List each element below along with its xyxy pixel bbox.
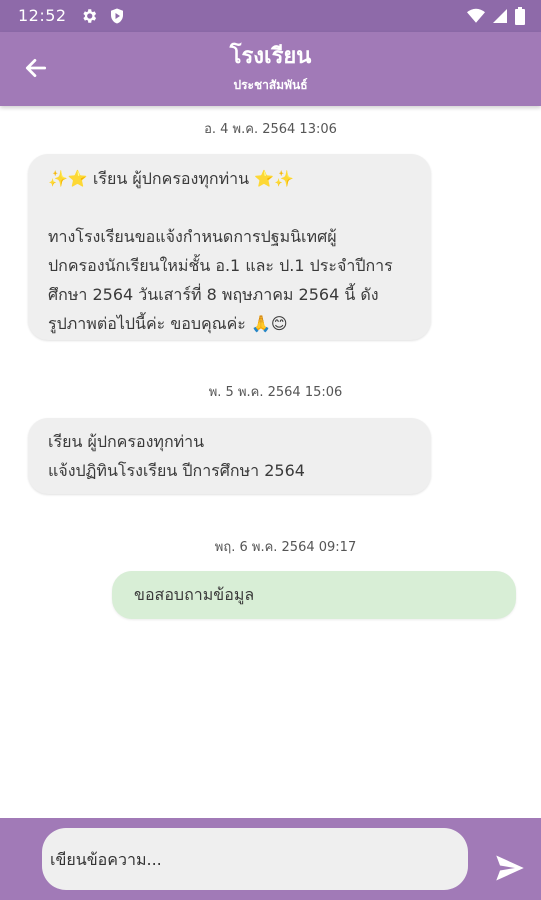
message-text-line: ✨⭐ เรียน ผู้ปกครองทุกท่าน ⭐✨ bbox=[48, 169, 294, 188]
message-timestamp: พฤ. 6 พ.ค. 2564 09:17 bbox=[214, 540, 357, 555]
page-title: โรงเรียน bbox=[229, 44, 312, 69]
send-button[interactable] bbox=[490, 852, 530, 888]
status-bar: 12:52 bbox=[0, 0, 541, 32]
message-text-line: ทางโรงเรียนขอแจ้งกำหนดการปฐมนิเทศผู้ bbox=[48, 227, 337, 246]
status-right-icons bbox=[467, 7, 525, 29]
wifi-icon bbox=[467, 8, 485, 28]
message-text-line: ศึกษา 2564 วันเสาร์ที่ 8 พฤษภาคม 2564 นี… bbox=[48, 285, 379, 304]
message-text-line: รูปภาพต่อไปนี้ค่ะ ขอบคุณค่ะ 🙏😊 bbox=[48, 314, 288, 333]
status-time: 12:52 bbox=[18, 6, 67, 25]
chat-area[interactable]: อ. 4 พ.ค. 2564 13:06 ✨⭐ เรียน ผู้ปกครองท… bbox=[0, 106, 541, 818]
message-bubble-incoming[interactable]: เรียน ผู้ปกครองทุกท่าน แจ้งปฏิทินโรงเรีย… bbox=[28, 418, 431, 494]
send-icon bbox=[495, 854, 525, 886]
title-block: โรงเรียน ประชาสัมพันธ์ bbox=[0, 42, 541, 94]
message-timestamp: พ. 5 พ.ค. 2564 15:06 bbox=[208, 385, 343, 400]
gear-icon bbox=[80, 7, 98, 29]
shield-play-icon bbox=[108, 7, 126, 29]
message-timestamp: อ. 4 พ.ค. 2564 13:06 bbox=[204, 122, 337, 137]
message-bubble-outgoing[interactable]: ขอสอบถามข้อมูล bbox=[112, 571, 516, 619]
message-input[interactable] bbox=[42, 828, 468, 890]
battery-icon bbox=[515, 7, 525, 29]
status-left-icons bbox=[80, 7, 126, 29]
signal-icon bbox=[493, 8, 507, 28]
message-text-line: ปกครองนักเรียนใหม่ชั้น อ.1 และ ป.1 ประจำ… bbox=[48, 256, 393, 275]
message-text-line: ขอสอบถามข้อมูล bbox=[134, 585, 255, 604]
message-text-line: แจ้งปฏิทินโรงเรียน ปีการศึกษา 2564 bbox=[48, 461, 305, 480]
composer-bar bbox=[0, 818, 541, 900]
page-subtitle: ประชาสัมพันธ์ bbox=[233, 78, 308, 92]
app-bar: โรงเรียน ประชาสัมพันธ์ bbox=[0, 32, 541, 106]
message-bubble-incoming[interactable]: ✨⭐ เรียน ผู้ปกครองทุกท่าน ⭐✨ ทางโรงเรียน… bbox=[28, 154, 431, 340]
message-text-line: เรียน ผู้ปกครองทุกท่าน bbox=[48, 432, 205, 451]
